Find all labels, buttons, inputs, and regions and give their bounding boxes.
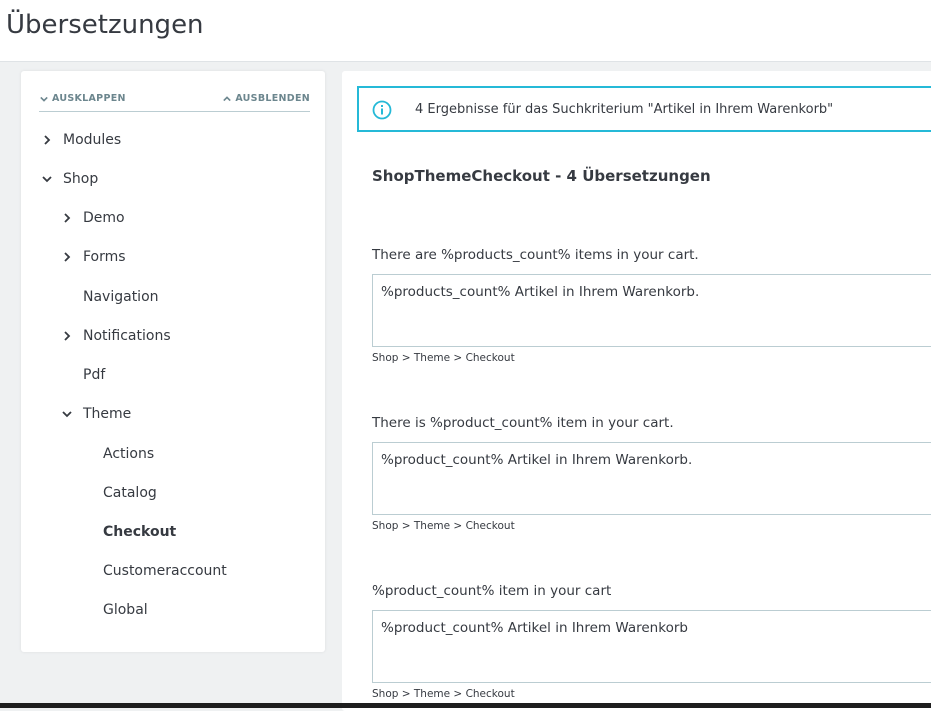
tree-item-customeraccount[interactable]: Customeraccount: [103, 561, 227, 581]
tree-item-global[interactable]: Global: [103, 600, 148, 620]
tree-item-label: Customeraccount: [103, 563, 227, 579]
tree-item-checkout[interactable]: Checkout: [103, 522, 176, 542]
group-title: ShopThemeCheckout - 4 Übersetzungen: [372, 167, 711, 185]
tree-item-pdf[interactable]: Pdf: [83, 365, 105, 385]
tree-item-forms[interactable]: Forms: [62, 247, 126, 267]
expand-all-label: AUSKLAPPEN: [52, 93, 126, 104]
tree-item-demo[interactable]: Demo: [62, 208, 125, 228]
tree-item-label: Theme: [83, 406, 132, 422]
tree-item-label: Demo: [83, 210, 125, 226]
search-results-alert: 4 Ergebnisse für das Suchkriterium "Arti…: [357, 86, 931, 132]
chevron-right-icon: [64, 331, 71, 341]
page-title: Übersetzungen: [6, 10, 204, 40]
tree-item-notifications[interactable]: Notifications: [62, 326, 171, 346]
tree-item-label: Global: [103, 602, 148, 618]
translation-source: There is %product_count% item in your ca…: [372, 415, 674, 431]
tree-item-label: Pdf: [83, 367, 106, 383]
tree-item-label: Notifications: [83, 328, 171, 344]
tree-actions: AUSKLAPPEN AUSBLENDEN: [39, 93, 310, 112]
tree-item-label: Navigation: [83, 289, 159, 305]
info-icon: [372, 100, 392, 120]
expand-all-button[interactable]: AUSKLAPPEN: [40, 93, 126, 104]
tree-item-shop[interactable]: Shop: [42, 169, 98, 189]
bottom-bar: [0, 703, 931, 708]
tree-item-navigation[interactable]: Navigation: [83, 287, 159, 307]
page-header: Übersetzungen: [0, 0, 931, 62]
translation-tree-panel: AUSKLAPPEN AUSBLENDEN Modules Shop Demo …: [21, 71, 325, 652]
translations-panel: 4 Ergebnisse für das Suchkriterium "Arti…: [342, 71, 931, 711]
tree-item-actions[interactable]: Actions: [103, 444, 154, 464]
tree-item-label: Actions: [103, 446, 155, 462]
chevron-down-icon: [40, 96, 48, 102]
tree-item-theme[interactable]: Theme: [62, 404, 131, 424]
tree-item-label: Checkout: [103, 524, 177, 540]
chevron-right-icon: [64, 252, 71, 262]
collapse-all-button[interactable]: AUSBLENDEN: [223, 93, 310, 104]
translation-path: Shop > Theme > Checkout: [372, 520, 515, 532]
chevron-right-icon: [64, 213, 71, 223]
translation-input[interactable]: %products_count% Artikel in Ihrem Warenk…: [372, 274, 931, 347]
chevron-down-icon: [62, 411, 72, 418]
tree-item-label: Forms: [83, 249, 126, 265]
tree-item-label: Catalog: [103, 485, 157, 501]
translation-input[interactable]: %product_count% Artikel in Ihrem Warenko…: [372, 610, 931, 683]
chevron-down-icon: [42, 176, 52, 183]
tree-item-catalog[interactable]: Catalog: [103, 483, 157, 503]
alert-message: 4 Ergebnisse für das Suchkriterium "Arti…: [415, 102, 834, 117]
translation-source: There are %products_count% items in your…: [372, 247, 699, 263]
translation-path: Shop > Theme > Checkout: [372, 352, 515, 364]
chevron-right-icon: [44, 135, 51, 145]
tree-item-label: Modules: [63, 132, 122, 148]
chevron-up-icon: [223, 95, 232, 101]
translation-source: %product_count% item in your cart: [372, 583, 612, 599]
translation-path: Shop > Theme > Checkout: [372, 688, 515, 700]
tree-item-modules[interactable]: Modules: [42, 130, 121, 150]
translation-input[interactable]: %product_count% Artikel in Ihrem Warenko…: [372, 442, 931, 515]
collapse-all-label: AUSBLENDEN: [235, 93, 310, 104]
tree-item-label: Shop: [63, 171, 99, 187]
